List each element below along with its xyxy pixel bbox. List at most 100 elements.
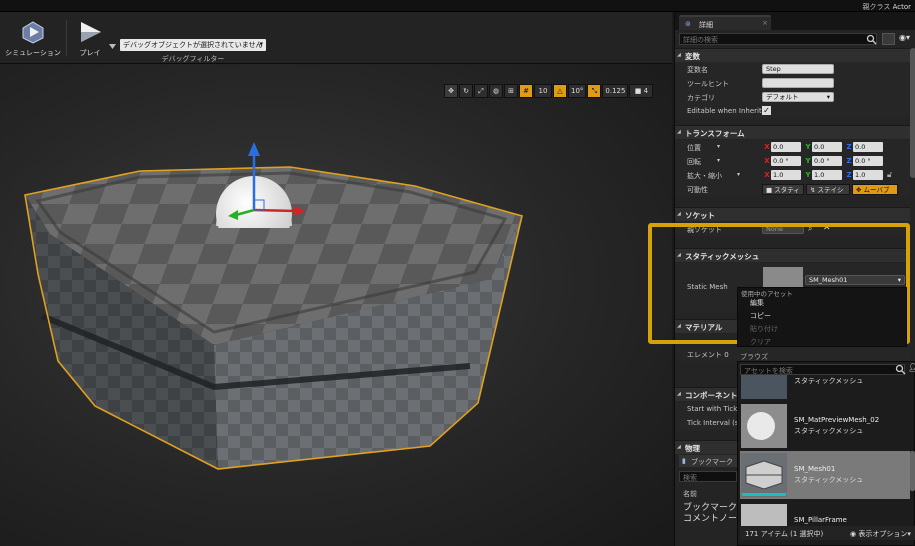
details-tab-icon: ⊚ xyxy=(685,20,691,28)
row-category: カテゴリ デフォルト ▾ xyxy=(675,90,910,104)
mobility-stationary-button[interactable]: ↯ ステイシ xyxy=(806,184,850,195)
menu-item-edit[interactable]: 編集 xyxy=(750,298,764,308)
editor-toolbar: シミュレーション プレイ デバッグオブジェクトが選択されていません ▾ デバッグ… xyxy=(0,12,672,64)
mobility-label: 可動性 xyxy=(687,186,708,194)
row-rotation: 回転 ▾ X 0.0 ° Y 0.0 ° Z 0.0 ° xyxy=(675,154,910,168)
play-button[interactable]: プレイ xyxy=(60,18,120,60)
asset-scrollbar[interactable] xyxy=(910,451,915,491)
row-element0: エレメント 0 xyxy=(675,347,910,361)
section-transform[interactable]: トランスフォーム xyxy=(675,125,910,139)
rotation-dropdown-icon[interactable]: ▾ xyxy=(717,157,720,164)
rotation-label: 回転 xyxy=(687,158,701,166)
location-dropdown-icon[interactable]: ▾ xyxy=(717,143,720,150)
asset-search-input[interactable]: アセットを検索 xyxy=(740,364,905,375)
details-scrollbar[interactable] xyxy=(910,48,915,178)
asset-count: 171 アイテム (1 選択中) xyxy=(745,530,824,538)
asset-type: スタティックメッシュ xyxy=(794,476,864,484)
grid-snap-icon[interactable]: # xyxy=(519,84,533,98)
variable-name-field[interactable]: Step xyxy=(762,64,834,74)
asset-picker: アセットを検索 👤︎ スタティックメッシュ SM_MatPreviewMesh_… xyxy=(737,361,915,546)
menu-item-clear[interactable]: クリア xyxy=(750,337,771,347)
menu-header: 使用中のアセット xyxy=(741,290,793,298)
parent-class-value[interactable]: Actor xyxy=(893,3,911,11)
asset-item[interactable]: SM_MatPreviewMesh_02 スタティックメッシュ xyxy=(740,402,910,450)
scale-y-field[interactable]: 1.0 xyxy=(812,170,842,180)
tooltip-label: ツールヒント xyxy=(687,80,729,88)
bookmark-column-name: 名前 xyxy=(683,490,697,498)
play-options-chevron-icon[interactable] xyxy=(109,44,116,49)
viewport[interactable]: ✥ ↻ ⤢ ◍ ⊞ # 10 △ 10° ⤡ 0.125 ■ 4 xyxy=(0,64,672,546)
gizmo-z-arrow-icon[interactable] xyxy=(248,142,260,156)
lock-icon[interactable]: 🔓︎ xyxy=(887,170,892,180)
eye-visibility-icon[interactable]: ◉▾ xyxy=(899,33,910,42)
category-value: デフォルト xyxy=(766,93,799,101)
surface-snap-icon[interactable]: ⊞ xyxy=(504,84,518,98)
asset-item[interactable]: スタティックメッシュ xyxy=(740,375,910,399)
asset-context-menu: 使用中のアセット 編集 コピー 貼り付け クリア xyxy=(737,287,907,347)
location-y-field[interactable]: 0.0 xyxy=(812,142,842,152)
debug-select-value: デバッグオブジェクトが選択されていません xyxy=(123,41,263,49)
scale-snap-icon[interactable]: ⤡ xyxy=(587,84,602,98)
move-tool-icon[interactable]: ✥ xyxy=(444,84,458,98)
chevron-down-icon: ▾ xyxy=(907,530,911,538)
viewport-scene[interactable] xyxy=(0,64,672,546)
asset-picker-footer: 171 アイテム (1 選択中) ◉ 表示オプション▾ xyxy=(740,526,915,540)
property-matrix-icon[interactable] xyxy=(882,33,895,45)
menu-item-paste[interactable]: 貼り付け xyxy=(750,324,778,334)
row-tooltip: ツールヒント xyxy=(675,76,910,90)
view-options-button[interactable]: ◉ 表示オプション▾ xyxy=(850,529,911,539)
location-x-field[interactable]: 0.0 xyxy=(771,142,801,152)
debug-object-select[interactable]: デバッグオブジェクトが選択されていません ▾ xyxy=(120,39,266,51)
section-socket[interactable]: ソケット xyxy=(675,207,910,221)
parent-class-label: 親クラス xyxy=(862,3,891,11)
category-label: カテゴリ xyxy=(687,94,715,102)
details-search-input[interactable]: 詳細の検索 xyxy=(679,33,877,45)
mobility-static-button[interactable]: ■ スタティ xyxy=(762,184,804,195)
asset-item[interactable]: SM_PillarFrame xyxy=(740,502,910,526)
play-label: プレイ xyxy=(79,49,101,57)
close-tab-icon[interactable]: × xyxy=(762,19,768,27)
user-icon[interactable]: 👤︎ xyxy=(908,363,915,372)
rotate-tool-icon[interactable]: ↻ xyxy=(459,84,473,98)
tab-details[interactable]: ⊚ 詳細 × xyxy=(679,15,771,30)
details-tab-label: 詳細 xyxy=(699,21,713,29)
row-variable-name: 変数名 Step xyxy=(675,62,910,76)
rotation-x-field[interactable]: 0.0 ° xyxy=(771,156,801,166)
location-z-field[interactable]: 0.0 xyxy=(853,142,883,152)
search-icon[interactable] xyxy=(866,34,877,45)
viewport-toolbar: ✥ ↻ ⤢ ◍ ⊞ # 10 △ 10° ⤡ 0.125 ■ 4 xyxy=(444,84,654,98)
scale-x-field[interactable]: 1.0 xyxy=(771,170,801,180)
play-icon xyxy=(81,22,101,42)
scale-z-field[interactable]: 1.0 xyxy=(853,170,883,180)
bookmarks-tab[interactable]: ▮ ブックマーク xyxy=(679,455,739,467)
camera-speed-button[interactable]: ■ 4 xyxy=(629,84,654,98)
camera-speed-value: 4 xyxy=(643,87,649,95)
asset-thumbnail xyxy=(741,375,787,399)
rotation-snap-value[interactable]: 10° xyxy=(568,84,587,98)
rotation-z-field[interactable]: 0.0 ° xyxy=(853,156,883,166)
search-icon[interactable] xyxy=(895,364,906,375)
location-label: 位置 xyxy=(687,144,701,152)
simulation-label: シミュレーション xyxy=(5,49,61,57)
bookmark-search-input[interactable]: 検索 xyxy=(679,471,737,482)
camera-icon: ■ xyxy=(634,87,642,95)
asset-thumbnail xyxy=(741,404,787,448)
mobility-movable-button[interactable]: ✥ ムーバブ xyxy=(852,184,898,195)
scale-tool-icon[interactable]: ⤢ xyxy=(474,84,488,98)
editable-inherited-checkbox[interactable]: ✓ xyxy=(762,106,771,115)
row-mobility: 可動性 ■ スタティ ↯ ステイシ ✥ ムーバブ xyxy=(675,182,910,196)
tooltip-field[interactable] xyxy=(762,78,834,88)
category-select[interactable]: デフォルト ▾ xyxy=(762,92,834,102)
simulation-button[interactable]: シミュレーション xyxy=(3,18,63,60)
scale-dropdown-icon[interactable]: ▾ xyxy=(737,171,740,178)
scale-snap-value[interactable]: 0.125 xyxy=(602,84,629,98)
grid-snap-value[interactable]: 10 xyxy=(534,84,552,98)
section-variable[interactable]: 変数 xyxy=(675,48,910,62)
asset-item-selected[interactable]: SM_Mesh01 スタティックメッシュ xyxy=(740,451,910,499)
asset-type: スタティックメッシュ xyxy=(794,377,864,385)
world-space-icon[interactable]: ◍ xyxy=(489,84,503,98)
rotation-y-field[interactable]: 0.0 ° xyxy=(812,156,842,166)
rotation-snap-icon[interactable]: △ xyxy=(553,84,567,98)
row-location: 位置 ▾ X 0.0 Y 0.0 Z 0.0 xyxy=(675,140,910,154)
menu-item-copy[interactable]: コピー xyxy=(750,311,771,321)
